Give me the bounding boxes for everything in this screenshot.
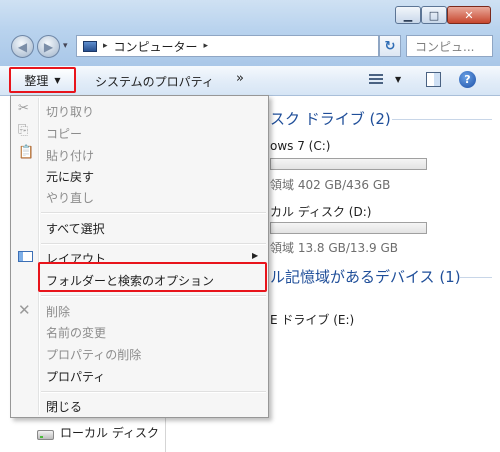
more-commands-button[interactable]: » xyxy=(236,71,244,86)
drive-d-free-space: 領域 13.8 GB/13.9 GB xyxy=(270,241,398,255)
folder-options-highlight xyxy=(38,262,267,292)
paste-icon: 📋 xyxy=(18,145,35,160)
organize-menu: ✂ 切り取り ⎘ コピー 📋 貼り付け 元に戻す やり直し すべて選択 レイアウ… xyxy=(10,95,269,418)
copy-icon: ⎘ xyxy=(18,123,29,138)
drive-c-name[interactable]: ows 7 (C:) xyxy=(270,139,330,153)
nav-local-disk[interactable]: ローカル ディスク xyxy=(60,424,159,441)
menu-item-copy[interactable]: コピー xyxy=(46,125,82,142)
breadcrumb-computer[interactable]: コンピューター xyxy=(114,38,198,55)
command-bar: 整理 ▼ システムのプロパティ » ▼ ? xyxy=(0,66,500,96)
delete-x-icon: ✕ xyxy=(18,301,31,319)
breadcrumb-separator-icon[interactable]: ▸ xyxy=(103,41,108,51)
search-placeholder: コンピュ... xyxy=(415,39,475,54)
removable-group-header[interactable]: ル記憶域があるデバイス (1) xyxy=(270,266,461,287)
title-bar: ▁ □ ✕ ◀ ▶ ▾ ▸ コンピューター ▸ ▾ ↻ コンピュ... xyxy=(0,0,500,67)
hdd-group-header[interactable]: スク ドライブ (2) xyxy=(270,108,391,129)
chevron-down-icon: ▼ xyxy=(54,75,61,85)
menu-item-paste[interactable]: 貼り付け xyxy=(46,147,94,164)
submenu-arrow-icon: ▶ xyxy=(252,251,259,260)
organize-label: 整理 xyxy=(24,73,49,88)
computer-icon xyxy=(83,40,97,52)
drive-icon xyxy=(37,430,54,440)
back-arrow-icon: ◀ xyxy=(17,39,28,54)
address-bar[interactable]: ▸ コンピューター ▸ ▾ xyxy=(76,35,440,57)
group-divider xyxy=(460,277,492,278)
scissors-icon: ✂ xyxy=(18,101,29,116)
close-window-button[interactable]: ✕ xyxy=(447,6,491,24)
minimize-button[interactable]: ▁ xyxy=(395,6,421,24)
menu-separator xyxy=(41,243,266,245)
menu-item-undo[interactable]: 元に戻す xyxy=(46,168,94,185)
menu-item-delete[interactable]: 削除 xyxy=(46,303,70,320)
view-options-dropdown-icon[interactable]: ▼ xyxy=(395,75,401,84)
nav-pane-splitter[interactable] xyxy=(165,418,166,452)
help-icon[interactable]: ? xyxy=(459,71,476,88)
organize-button[interactable]: 整理 ▼ xyxy=(9,67,76,93)
drive-c-free-space: 領域 402 GB/436 GB xyxy=(270,178,391,192)
refresh-icon: ↻ xyxy=(384,38,396,54)
menu-separator xyxy=(41,212,266,214)
menu-item-close[interactable]: 閉じる xyxy=(46,398,82,415)
search-input[interactable]: コンピュ... xyxy=(406,35,493,57)
recent-pages-dropdown[interactable]: ▾ xyxy=(63,41,68,51)
menu-separator xyxy=(41,295,266,297)
menu-item-rename[interactable]: 名前の変更 xyxy=(46,324,106,341)
menu-item-cut[interactable]: 切り取り xyxy=(46,103,94,120)
dvd-drive-name[interactable]: E ドライブ (E:) xyxy=(270,311,354,328)
menu-item-properties[interactable]: プロパティ xyxy=(46,368,105,385)
drive-d-usage-bar xyxy=(270,222,427,234)
layout-icon xyxy=(18,251,33,262)
drive-c-usage-bar xyxy=(270,158,427,170)
forward-button[interactable]: ▶ xyxy=(37,35,60,58)
maximize-button[interactable]: □ xyxy=(421,6,447,24)
forward-arrow-icon: ▶ xyxy=(43,39,54,54)
change-view-icon[interactable] xyxy=(369,74,383,86)
menu-item-redo[interactable]: やり直し xyxy=(46,189,94,206)
menu-item-select-all[interactable]: すべて選択 xyxy=(46,220,105,237)
group-divider xyxy=(392,119,492,120)
drive-d-name[interactable]: カル ディスク (D:) xyxy=(270,203,371,220)
menu-separator xyxy=(41,391,266,393)
breadcrumb-separator-icon[interactable]: ▸ xyxy=(204,41,209,51)
refresh-button[interactable]: ↻ xyxy=(379,35,401,57)
menu-item-remove-properties[interactable]: プロパティの削除 xyxy=(46,346,141,363)
preview-pane-icon[interactable] xyxy=(426,72,441,87)
back-button[interactable]: ◀ xyxy=(11,35,34,58)
system-properties-button[interactable]: システムのプロパティ xyxy=(95,73,214,90)
